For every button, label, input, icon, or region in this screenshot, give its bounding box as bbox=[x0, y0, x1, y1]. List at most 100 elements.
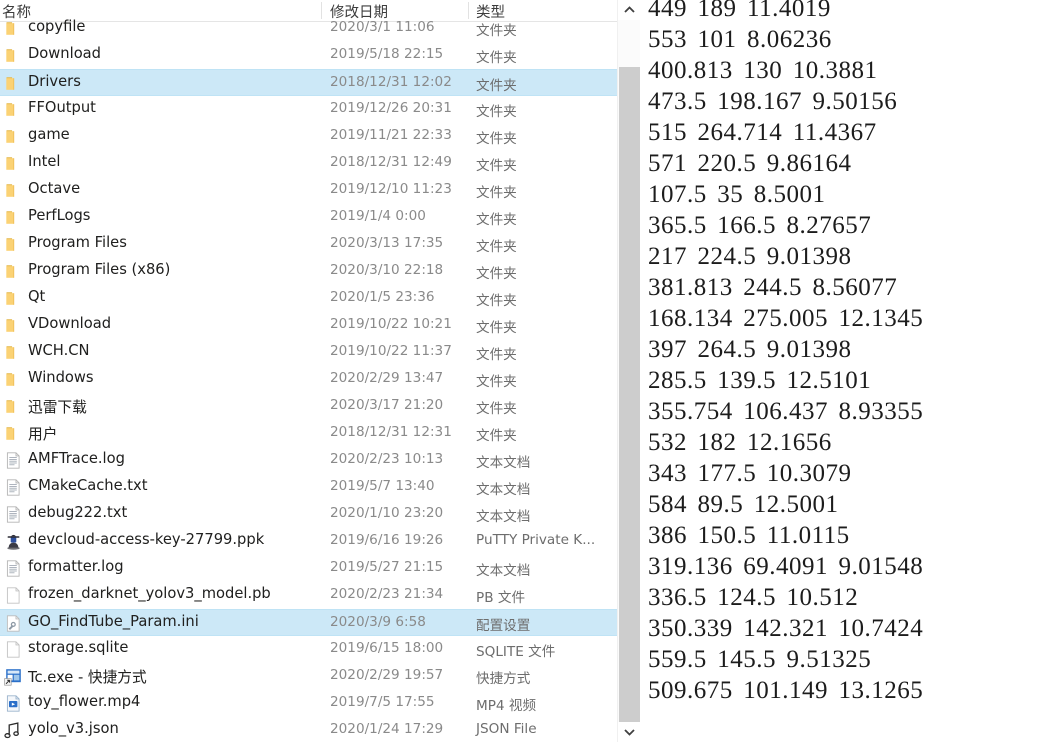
blank-file-icon bbox=[6, 641, 20, 658]
folder-icon bbox=[4, 100, 23, 119]
folder-icon bbox=[6, 211, 15, 224]
numeric-value: 400.813 bbox=[648, 57, 733, 84]
numeric-value: 166.5 bbox=[717, 212, 776, 239]
file-row[interactable]: Download 2019/5/18 22:15 文件夹 bbox=[0, 42, 617, 69]
file-row[interactable]: VDownload 2019/10/22 10:21 文件夹 bbox=[0, 312, 617, 339]
vertical-scrollbar[interactable] bbox=[617, 0, 640, 742]
numeric-value: 285.5 bbox=[648, 367, 707, 394]
file-row[interactable]: 迅雷下载 2020/3/17 21:20 文件夹 bbox=[0, 393, 617, 420]
text-file-icon bbox=[6, 506, 20, 523]
file-date-cell: 2019/12/26 20:31 bbox=[330, 100, 452, 116]
file-date-cell: 2018/12/31 12:02 bbox=[330, 74, 452, 90]
file-type-cell: 文件夹 bbox=[476, 239, 517, 255]
numeric-value: 124.5 bbox=[717, 584, 776, 611]
numeric-value: 10.3079 bbox=[766, 460, 852, 487]
file-row[interactable]: Program Files (x86) 2020/3/10 22:18 文件夹 bbox=[0, 258, 617, 285]
file-name-cell: VDownload bbox=[28, 315, 112, 332]
chevron-up-icon bbox=[624, 6, 635, 13]
numeric-output-panel: 449 189 11.4019 553 101 8.06236 400.813 130 10.3… bbox=[640, 0, 1051, 735]
file-row[interactable]: FFOutput 2019/12/26 20:31 文件夹 bbox=[0, 96, 617, 123]
numeric-value: 101 bbox=[697, 26, 737, 53]
numeric-row: 397 264.5 9.01398 bbox=[640, 334, 1051, 365]
file-date-cell: 2019/11/21 22:33 bbox=[330, 127, 452, 143]
file-row[interactable]: toy_flower.mp4 2019/7/5 17:55 MP4 视频 bbox=[0, 690, 617, 717]
file-row[interactable]: Qt 2020/1/5 23:36 文件夹 bbox=[0, 285, 617, 312]
ini-file-icon bbox=[6, 615, 20, 632]
file-date-cell: 2020/1/10 23:20 bbox=[330, 505, 444, 521]
numeric-value: 9.01398 bbox=[766, 243, 852, 270]
file-row[interactable]: devcloud-access-key-27799.ppk 2019/6/16 1… bbox=[0, 528, 617, 555]
file-row[interactable]: Drivers 2018/12/31 12:02 文件夹 bbox=[0, 69, 617, 96]
file-row[interactable]: game 2019/11/21 22:33 文件夹 bbox=[0, 123, 617, 150]
file-row[interactable]: Octave 2019/12/10 11:23 文件夹 bbox=[0, 177, 617, 204]
file-type-cell: MP4 视频 bbox=[476, 698, 537, 714]
numeric-value: 12.1656 bbox=[747, 429, 832, 456]
file-type-cell: SQLITE 文件 bbox=[476, 644, 556, 660]
numeric-value: 220.5 bbox=[697, 150, 757, 177]
file-row[interactable]: yolo_v3.json 2020/1/24 17:29 JSON File bbox=[0, 717, 617, 742]
file-row[interactable]: copyfile 2020/3/1 11:06 文件夹 bbox=[0, 15, 617, 42]
file-row[interactable]: debug222.txt 2020/1/10 23:20 文本文档 bbox=[0, 501, 617, 528]
file-date-cell: 2020/2/23 21:34 bbox=[330, 586, 444, 602]
file-row[interactable]: GO_FindTube_Param.ini 2020/3/9 6:58 配置设置 bbox=[0, 609, 617, 636]
numeric-value: 198.167 bbox=[717, 88, 802, 115]
folder-icon bbox=[4, 181, 23, 200]
file-row[interactable]: CMakeCache.txt 2019/5/7 13:40 文本文档 bbox=[0, 474, 617, 501]
file-row[interactable]: AMFTrace.log 2020/2/23 10:13 文本文档 bbox=[0, 447, 617, 474]
numeric-row: 386 150.5 11.0115 bbox=[640, 520, 1051, 551]
json-file-icon bbox=[4, 721, 23, 740]
file-name-cell: WCH.CN bbox=[28, 342, 90, 359]
file-row[interactable]: Program Files 2020/3/13 17:35 文件夹 bbox=[0, 231, 617, 258]
file-type-cell: 文件夹 bbox=[476, 50, 517, 66]
numeric-value: 69.4091 bbox=[743, 553, 828, 580]
numeric-value: 264.714 bbox=[697, 119, 783, 146]
numeric-value: 145.5 bbox=[717, 646, 776, 673]
numeric-row: 509.675 101.149 13.1265 bbox=[640, 675, 1051, 706]
numeric-value: 89.5 bbox=[697, 491, 744, 518]
numeric-value: 10.3881 bbox=[792, 57, 878, 84]
folder-icon bbox=[6, 130, 15, 143]
numeric-value: 386 bbox=[648, 522, 687, 549]
text-file-icon bbox=[4, 505, 23, 524]
folder-icon bbox=[4, 343, 23, 362]
numeric-value: 12.5101 bbox=[786, 367, 872, 394]
numeric-value: 101.149 bbox=[743, 677, 828, 704]
scrollbar-track[interactable] bbox=[618, 20, 640, 722]
folder-icon bbox=[4, 208, 23, 227]
folder-icon bbox=[6, 427, 15, 440]
scrollbar-down-button[interactable] bbox=[618, 722, 640, 742]
file-row[interactable]: formatter.log 2019/5/27 21:15 文本文档 bbox=[0, 555, 617, 582]
file-date-cell: 2019/6/16 19:26 bbox=[330, 532, 444, 548]
file-row[interactable]: Windows 2020/2/29 13:47 文件夹 bbox=[0, 366, 617, 393]
folder-icon bbox=[6, 157, 15, 170]
file-type-cell: 文件夹 bbox=[476, 347, 517, 363]
numeric-value: 106.437 bbox=[743, 398, 828, 425]
numeric-value: 10.512 bbox=[786, 584, 859, 611]
folder-icon bbox=[6, 103, 15, 116]
file-name-cell: toy_flower.mp4 bbox=[28, 693, 141, 710]
folder-icon bbox=[6, 373, 15, 386]
scrollbar-thumb[interactable] bbox=[619, 67, 640, 722]
file-row[interactable]: PerfLogs 2019/1/4 0:00 文件夹 bbox=[0, 204, 617, 231]
numeric-row: 365.5 166.5 8.27657 bbox=[640, 210, 1051, 241]
file-date-cell: 2020/3/10 22:18 bbox=[330, 262, 444, 278]
file-type-cell: 文件夹 bbox=[476, 293, 517, 309]
file-type-cell: 文件夹 bbox=[476, 78, 517, 94]
file-name-cell: frozen_darknet_yolov3_model.pb bbox=[28, 585, 271, 602]
file-date-cell: 2019/7/5 17:55 bbox=[330, 694, 435, 710]
numeric-value: 189 bbox=[697, 0, 737, 22]
file-type-cell: 文本文档 bbox=[476, 563, 531, 579]
folder-icon bbox=[4, 127, 23, 146]
file-row[interactable]: Intel 2018/12/31 12:49 文件夹 bbox=[0, 150, 617, 177]
file-row[interactable]: storage.sqlite 2019/6/15 18:00 SQLITE 文件 bbox=[0, 636, 617, 663]
numeric-value: 515 bbox=[648, 119, 687, 146]
file-row[interactable]: WCH.CN 2019/10/22 11:37 文件夹 bbox=[0, 339, 617, 366]
file-row[interactable]: frozen_darknet_yolov3_model.pb 2020/2/23 … bbox=[0, 582, 617, 609]
scrollbar-up-button[interactable] bbox=[618, 0, 640, 20]
folder-icon bbox=[6, 346, 15, 359]
numeric-value: 8.5001 bbox=[753, 181, 826, 208]
file-row[interactable]: Tc.exe - 快捷方式 2020/2/29 19:57 快捷方式 bbox=[0, 663, 617, 690]
file-row[interactable]: 用户 2018/12/31 12:31 文件夹 bbox=[0, 420, 617, 447]
numeric-value: 532 bbox=[648, 429, 687, 456]
file-date-cell: 2019/10/22 10:21 bbox=[330, 316, 452, 332]
